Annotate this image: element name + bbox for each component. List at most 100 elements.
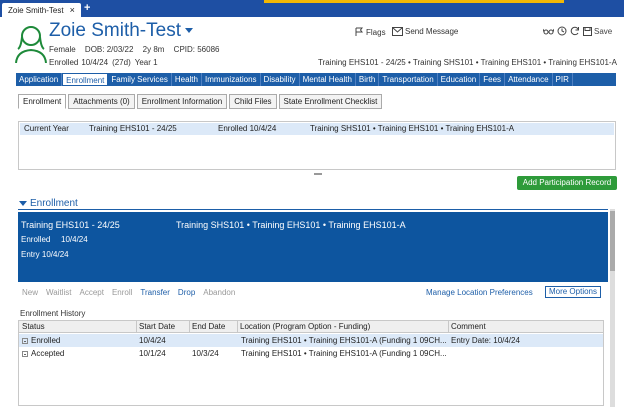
tab-attachments-0[interactable]: Attachments (0) <box>68 94 135 109</box>
nav-item-immunizations[interactable]: Immunizations <box>202 73 261 86</box>
resize-handle[interactable] <box>314 173 322 175</box>
history-end: 10/3/24 <box>192 349 219 358</box>
scrollbar-thumb[interactable] <box>610 211 615 271</box>
expand-icon[interactable] <box>22 337 28 344</box>
enrollment-actions: New Waitlist Accept Enroll Transfer Drop Aband… <box>22 288 235 297</box>
new-tab-button[interactable]: + <box>84 2 90 14</box>
envelope-icon <box>392 27 403 36</box>
flag-icon <box>355 27 363 36</box>
close-icon[interactable]: × <box>70 5 75 15</box>
more-options-button[interactable]: More Options <box>545 286 601 298</box>
history-location: Training EHS101 • Training EHS101-A (Fun… <box>241 336 446 345</box>
waitlist-button: Waitlist <box>46 288 72 297</box>
enrolled-date: 10/4/24 <box>81 58 109 67</box>
enrolled-label: Enrolled <box>49 58 79 67</box>
program-summary: Training EHS101 - 24/25 • Training SHS10… <box>318 58 617 67</box>
save-button[interactable]: Save <box>583 26 613 36</box>
panel-status: Enrolled <box>21 235 51 244</box>
enrollment-section-toggle[interactable]: Enrollment <box>19 198 78 209</box>
tab-state-enrollment-checklist[interactable]: State Enrollment Checklist <box>278 94 383 109</box>
nav-item-birth[interactable]: Birth <box>356 73 380 86</box>
age: 2y 8m <box>142 45 165 54</box>
flags-label: Flags <box>366 27 386 37</box>
table-row[interactable]: Enrolled 10/4/24 Training EHS101 • Train… <box>19 334 603 347</box>
gender: Female <box>49 45 76 54</box>
child-name: Zoie Smith-Test <box>49 20 181 41</box>
column-header-status[interactable]: Status <box>22 321 45 333</box>
accent-stripe <box>264 0 564 3</box>
nav-item-transportation[interactable]: Transportation <box>379 73 438 86</box>
nav-item-education[interactable]: Education <box>438 73 481 86</box>
glasses-icon[interactable] <box>543 27 554 36</box>
nav-item-fees[interactable]: Fees <box>480 73 506 86</box>
section-divider <box>18 209 608 210</box>
nav-item-attendance[interactable]: Attendance <box>505 73 553 86</box>
new-button: New <box>22 288 39 297</box>
nav-item-mental-health[interactable]: Mental Health <box>300 73 356 86</box>
nav-item-application[interactable]: Application <box>16 73 63 86</box>
panel-status-date: 10/4/24 <box>61 235 88 244</box>
avatar-icon <box>15 26 47 63</box>
column-header-start-date[interactable]: Start Date <box>139 321 175 333</box>
window-tab-strip: Zoie Smith-Test × + <box>0 0 624 17</box>
tab-enrollment-information[interactable]: Enrollment Information <box>136 94 228 109</box>
column-header-comment[interactable]: Comment <box>451 321 486 333</box>
enrolled-days: (27d) <box>112 58 131 67</box>
abandon-button: Abandon <box>203 288 236 297</box>
transfer-button[interactable]: Transfer <box>140 288 170 297</box>
child-name-menu[interactable]: Zoie Smith-Test <box>49 20 193 42</box>
section-title: Enrollment <box>30 198 78 209</box>
send-message-label: Send Message <box>405 27 459 36</box>
chevron-down-icon <box>19 200 27 206</box>
history-status: Enrolled <box>31 336 61 345</box>
flags-button[interactable]: Flags <box>354 27 386 37</box>
dob: DOB: 2/03/22 <box>84 45 134 54</box>
nav-item-disability[interactable]: Disability <box>261 73 300 86</box>
vertical-scrollbar[interactable] <box>610 209 615 407</box>
current-year-status: Enrolled 10/4/24 <box>218 124 277 133</box>
manage-location-preferences-link[interactable]: Manage Location Preferences <box>426 288 533 297</box>
document-tab[interactable]: Zoie Smith-Test × <box>2 3 81 17</box>
save-icon <box>583 26 592 36</box>
module-nav: Application Enrollment Family Services Heal… <box>16 73 616 86</box>
enrollment-summary: Enrolled 10/4/24 (27d) Year 1 <box>49 58 165 67</box>
table-row[interactable]: Current Year Training EHS101 - 24/25 Enr… <box>20 123 614 135</box>
chevron-down-icon <box>184 28 193 34</box>
document-tab-label: Zoie Smith-Test <box>8 6 64 15</box>
send-message-button[interactable]: Send Message <box>392 27 458 36</box>
save-label: Save <box>594 26 613 36</box>
program-year: Year 1 <box>134 58 158 67</box>
tab-enrollment[interactable]: Enrollment <box>18 94 67 109</box>
drop-button[interactable]: Drop <box>178 288 195 297</box>
header-toolbar: Save <box>543 26 612 36</box>
table-row[interactable]: Accepted 10/1/24 10/3/24 Training EHS101… <box>19 347 603 360</box>
panel-entry: Entry 10/4/24 <box>21 250 69 259</box>
nav-item-family-services[interactable]: Family Services <box>108 73 172 86</box>
enrollment-history-title: Enrollment History <box>20 309 86 318</box>
nav-item-enrollment[interactable]: Enrollment <box>62 73 109 86</box>
column-header-end-date[interactable]: End Date <box>192 321 225 333</box>
nav-item-health[interactable]: Health <box>172 73 202 86</box>
history-status-cell: Enrolled <box>22 335 136 347</box>
expand-icon[interactable] <box>22 350 28 357</box>
history-start: 10/4/24 <box>139 336 166 345</box>
refresh-icon[interactable] <box>570 26 580 36</box>
history-start: 10/1/24 <box>139 349 166 358</box>
cpid: CPID: 56086 <box>173 45 220 54</box>
enroll-button: Enroll <box>111 288 133 297</box>
panel-sites: Training SHS101 • Training EHS101 • Trai… <box>176 220 406 230</box>
enrollment-subtabs: Enrollment Attachments (0) Enrollment Info… <box>18 94 383 109</box>
current-year-sites: Training SHS101 • Training EHS101 • Trai… <box>310 124 515 133</box>
add-participation-record-button[interactable]: Add Participation Record <box>517 176 617 190</box>
panel-program: Training EHS101 - 24/25 <box>21 220 120 230</box>
history-status-cell: Accepted <box>22 348 136 360</box>
nav-item-pir[interactable]: PIR <box>553 73 573 86</box>
history-comment: Entry Date: 10/4/24 <box>451 336 520 345</box>
enrollment-detail-panel: Training EHS101 - 24/25 Training SHS101 … <box>18 212 608 282</box>
current-year-label: Current Year <box>24 124 69 133</box>
column-header-location[interactable]: Location (Program Option - Funding) <box>240 321 370 333</box>
history-status: Accepted <box>31 349 65 358</box>
tab-child-files[interactable]: Child Files <box>229 94 277 109</box>
history-location: Training EHS101 • Training EHS101-A (Fun… <box>241 349 446 358</box>
history-icon[interactable] <box>557 26 567 36</box>
